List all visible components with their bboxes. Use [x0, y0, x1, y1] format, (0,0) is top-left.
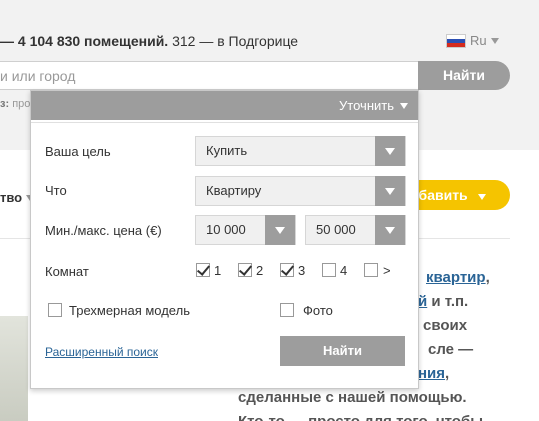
rooms-option-label: 1 — [214, 263, 222, 278]
chevron-down-icon — [477, 194, 486, 200]
promo-link[interactable]: й — [418, 293, 427, 310]
refine-filter-panel: Уточнить Ваша цель Купить Что Квартиру М… — [30, 90, 419, 389]
goal-select[interactable]: Купить — [195, 136, 406, 166]
find-button[interactable]: Найти — [280, 336, 405, 366]
language-label: Ru — [470, 33, 487, 48]
dropdown-arrow-icon — [375, 176, 405, 206]
divider — [31, 122, 418, 123]
promo-link[interactable]: ния — [418, 365, 445, 382]
sort-label: тво — [0, 190, 23, 205]
chevron-down-icon — [400, 102, 408, 109]
rooms-checkbox-1[interactable] — [196, 263, 210, 277]
photo-label: Фото — [303, 303, 333, 318]
dropdown-arrow-icon — [375, 215, 405, 245]
stats-city: 312 — в Подгорице — [172, 33, 299, 49]
promo-line: Кто-то — просто для того, чтобы — [238, 410, 538, 421]
rooms-option-label: 2 — [256, 263, 264, 278]
russia-flag-icon — [446, 33, 466, 48]
promo-link[interactable]: квартир — [426, 269, 486, 286]
listing-stats: — 4 104 830 помещений. 312 — в Подгорице — [0, 33, 298, 49]
price-max-value: 50 000 — [316, 222, 356, 237]
hint-text: про — [12, 98, 31, 110]
search-placeholder: и или город — [0, 68, 76, 84]
listing-photo — [0, 316, 28, 421]
property-type-select[interactable]: Квартиру — [195, 176, 406, 206]
language-switcher[interactable]: Ru — [446, 33, 499, 48]
search-button[interactable]: Найти — [418, 61, 510, 90]
model3d-checkbox[interactable] — [48, 303, 62, 317]
refine-toggle[interactable]: Уточнить — [31, 91, 418, 120]
search-hint: з: про — [0, 98, 30, 110]
rooms-option-label: 3 — [298, 263, 306, 278]
rooms-label: Комнат — [45, 264, 89, 279]
chevron-down-icon — [490, 37, 499, 44]
rooms-checkbox-more[interactable] — [364, 263, 378, 277]
price-min-value: 10 000 — [206, 222, 246, 237]
goal-value: Купить — [206, 143, 248, 158]
dropdown-arrow-icon — [265, 215, 295, 245]
model3d-label: Трехмерная модель — [69, 303, 190, 318]
price-max-select[interactable]: 50 000 — [305, 215, 406, 245]
add-listing-button[interactable]: обавить — [404, 180, 510, 210]
search-input[interactable]: и или город — [0, 61, 430, 90]
price-label: Мин./макс. цена (€) — [45, 223, 162, 238]
promo-line: сделанные с нашей помощью. — [238, 389, 467, 406]
photo-checkbox[interactable] — [280, 303, 294, 317]
rooms-checkbox-3[interactable] — [280, 263, 294, 277]
rooms-option-label: > — [383, 263, 391, 278]
goal-label: Ваша цель — [45, 144, 111, 159]
advanced-search-link[interactable]: Расширенный поиск — [45, 345, 158, 359]
refine-label: Уточнить — [339, 98, 394, 113]
property-type-value: Квартиру — [206, 183, 262, 198]
stats-total: — 4 104 830 помещений. — [0, 33, 169, 49]
rooms-option-label: 4 — [340, 263, 348, 278]
dropdown-arrow-icon — [375, 136, 405, 166]
rooms-checkbox-2[interactable] — [238, 263, 252, 277]
hint-label: з: — [0, 98, 10, 110]
price-min-select[interactable]: 10 000 — [195, 215, 296, 245]
rooms-checkbox-4[interactable] — [322, 263, 336, 277]
property-type-label: Что — [45, 183, 67, 198]
